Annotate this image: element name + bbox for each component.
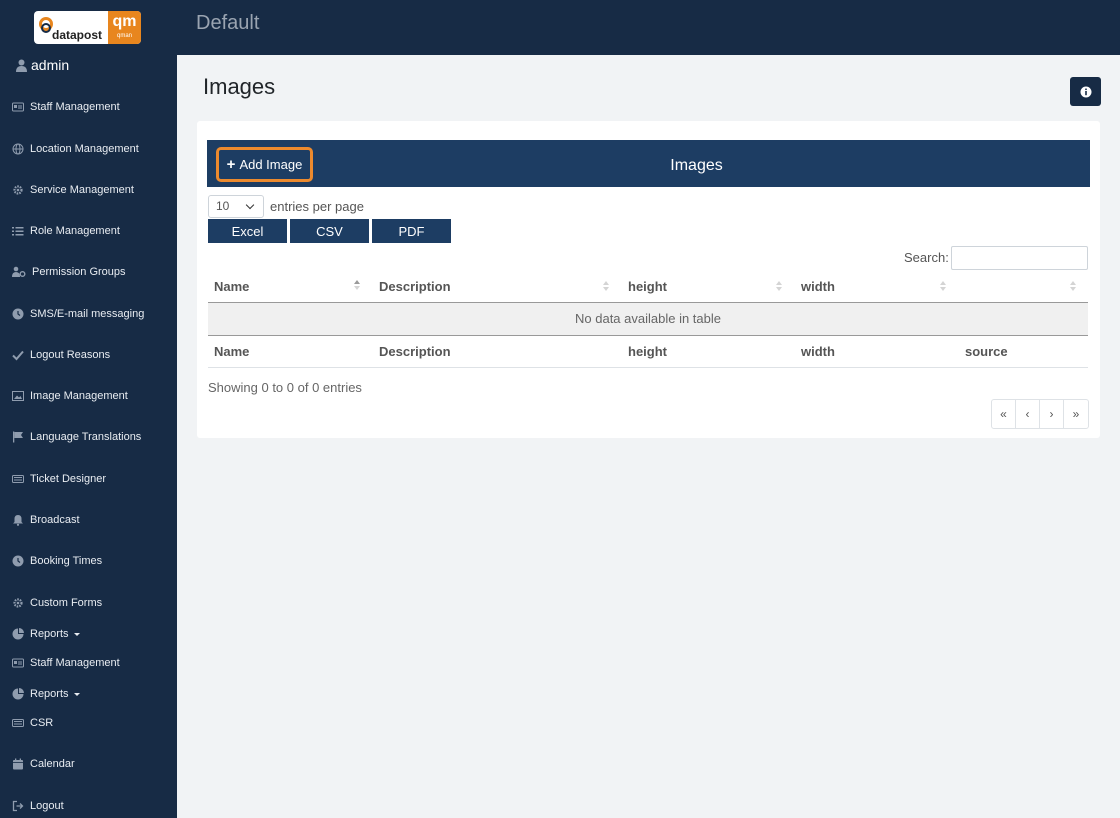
keyboard-icon [12, 719, 24, 727]
chart-pie-icon [12, 688, 24, 700]
sidebar-item-image-management[interactable]: Image Management [12, 388, 128, 404]
column-header-name[interactable]: Name [214, 279, 249, 294]
column-header-description[interactable]: Description [379, 279, 451, 294]
page-title: Images [203, 74, 276, 99]
sidebar-item-booking-times[interactable]: Booking Times [12, 553, 102, 569]
id-card-icon [12, 658, 24, 668]
pagination-previous[interactable]: ‹ [1016, 400, 1040, 428]
sidebar-item-staff-management[interactable]: Staff Management [12, 99, 120, 115]
sort-asc-icon[interactable] [354, 280, 360, 290]
info-button[interactable] [1070, 77, 1101, 106]
check-icon [12, 350, 24, 361]
calendar-icon [13, 758, 23, 770]
csv-export-button[interactable]: CSV [290, 219, 369, 243]
qman-logo: qm qman [108, 11, 141, 44]
search-input[interactable] [951, 246, 1088, 270]
users-cog-icon [12, 266, 26, 277]
add-image-button[interactable]: + Add Image [216, 147, 313, 182]
clock-icon [12, 555, 24, 567]
footer-column-source: source [965, 344, 1008, 359]
clock-icon [12, 308, 24, 320]
info-icon [1080, 86, 1091, 97]
pdf-export-button[interactable]: PDF [372, 219, 451, 243]
entries-per-page-value: 10 [216, 199, 230, 213]
sidebar-item-reports-dropdown-2[interactable]: Reports [12, 686, 80, 702]
pagination-last[interactable]: » [1064, 400, 1088, 428]
table-info: Showing 0 to 0 of 0 entries [208, 380, 362, 395]
sidebar-item-staff-management-2[interactable]: Staff Management [12, 655, 120, 671]
column-header-width[interactable]: width [801, 279, 835, 294]
keyboard-icon [12, 475, 24, 483]
sidebar-item-logout-reasons[interactable]: Logout Reasons [12, 347, 110, 363]
entries-per-page-label: entries per page [270, 199, 364, 214]
image-icon [12, 391, 24, 401]
sidebar-item-broadcast[interactable]: Broadcast [12, 512, 80, 528]
sort-icon[interactable] [940, 281, 946, 291]
datapost-logo: datapost [37, 15, 107, 43]
sidebar-item-csr[interactable]: CSR [12, 715, 53, 731]
flag-icon [13, 431, 23, 443]
add-image-label: Add Image [239, 157, 303, 172]
id-card-icon [12, 102, 24, 112]
footer-column-name: Name [214, 344, 250, 359]
list-icon [12, 227, 24, 236]
pagination-next[interactable]: › [1040, 400, 1064, 428]
sidebar-item-language-translations[interactable]: Language Translations [12, 429, 141, 445]
table-empty-row: No data available in table [208, 303, 1088, 335]
footer-column-width: width [801, 344, 835, 359]
chevron-down-icon [245, 200, 255, 210]
sidebar-item-service-management[interactable]: Service Management [12, 182, 134, 198]
sort-icon[interactable] [603, 281, 609, 291]
bell-icon [13, 515, 23, 526]
sidebar-item-role-management[interactable]: Role Management [12, 223, 120, 239]
globe-icon [12, 143, 24, 155]
sidebar-item-custom-forms[interactable]: Custom Forms [12, 595, 102, 611]
gear-icon [13, 598, 23, 608]
footer-column-height: height [628, 344, 667, 359]
user-profile[interactable]: admin [16, 57, 69, 73]
column-header-height[interactable]: height [628, 279, 667, 294]
card-header: Images [207, 140, 1090, 187]
card-title: Images [670, 157, 723, 174]
username: admin [31, 57, 70, 73]
table-bottom-divider [208, 367, 1088, 368]
sidebar-item-permission-groups[interactable]: Permission Groups [12, 264, 126, 280]
gear-icon [13, 185, 23, 195]
sidebar-item-logout[interactable]: Logout [12, 798, 64, 814]
pagination-first[interactable]: « [992, 400, 1016, 428]
chevron-down-icon [73, 632, 80, 636]
chart-pie-icon [12, 628, 24, 640]
sort-icon[interactable] [776, 281, 782, 291]
sidebar-item-calendar[interactable]: Calendar [12, 756, 75, 772]
sort-icon[interactable] [1070, 281, 1076, 291]
excel-export-button[interactable]: Excel [208, 219, 287, 243]
top-navbar: Default [0, 0, 1120, 55]
footer-column-description: Description [379, 344, 451, 359]
user-icon [16, 59, 27, 72]
sidebar-item-reports-dropdown[interactable]: Reports [12, 626, 80, 642]
pagination: « ‹ › » [991, 399, 1089, 429]
table-footer-divider [208, 335, 1088, 336]
sign-out-icon [12, 800, 24, 812]
sidebar-item-sms-email-messaging[interactable]: SMS/E-mail messaging [12, 306, 144, 322]
chevron-down-icon [73, 692, 80, 696]
datapost-qman-logo[interactable]: datapost qm qman [34, 11, 141, 44]
entries-per-page-select[interactable]: 10 [208, 195, 264, 218]
plus-icon: + [226, 156, 236, 173]
app-title: Default [196, 12, 260, 34]
sidebar-item-location-management[interactable]: Location Management [12, 141, 139, 157]
search-label: Search: [904, 250, 949, 265]
sidebar-item-ticket-designer[interactable]: Ticket Designer [12, 471, 106, 487]
